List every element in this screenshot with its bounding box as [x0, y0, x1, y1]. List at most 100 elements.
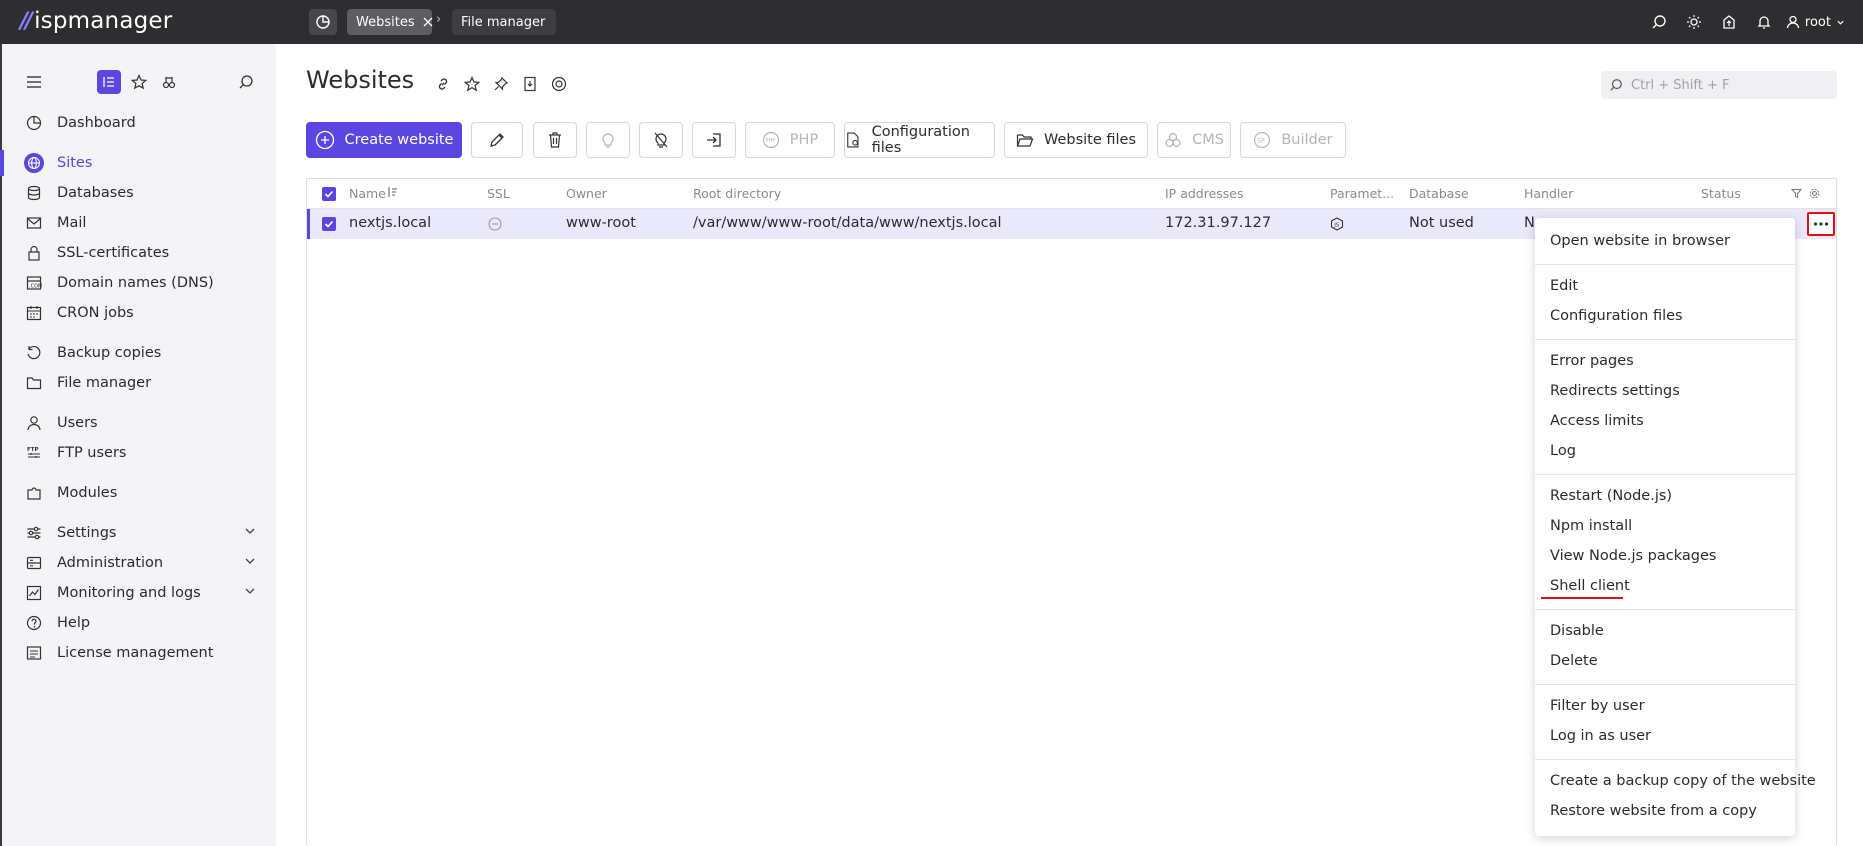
builder-label: Builder	[1281, 132, 1333, 148]
column-status[interactable]: Status	[1701, 186, 1741, 201]
hamburger-menu-icon[interactable]	[22, 70, 46, 94]
link-icon[interactable]	[434, 75, 452, 93]
ssl-none-icon	[488, 217, 502, 231]
menu-create-backup[interactable]: Create a backup copy of the website	[1550, 771, 1816, 791]
login-button[interactable]	[692, 122, 736, 158]
modules-icon	[24, 483, 44, 503]
pin-icon[interactable]	[492, 75, 510, 93]
recent-icon[interactable]	[157, 70, 181, 94]
sidebar-item-cron-jobs[interactable]: CRON jobs	[2, 298, 276, 328]
ftp-icon: FTP	[24, 443, 44, 463]
chevron-down-icon	[244, 585, 256, 597]
upload-icon[interactable]	[1712, 10, 1747, 34]
sidebar-item-settings[interactable]: Settings	[2, 518, 276, 548]
sort-icon[interactable]	[387, 185, 399, 199]
menu-delete[interactable]: Delete	[1550, 651, 1598, 671]
sidebar-search-icon[interactable]	[234, 70, 258, 94]
menu-divider	[1535, 264, 1795, 265]
sidebar-item-label: FTP users	[57, 445, 127, 461]
sidebar-item-license-management[interactable]: License management	[2, 638, 276, 668]
logo[interactable]: // ispmanager	[20, 6, 172, 36]
menu-configuration-files[interactable]: Configuration files	[1550, 306, 1683, 326]
create-website-button[interactable]: Create website	[306, 122, 462, 158]
sidebar-item-ftp-users[interactable]: FTP FTP users	[2, 438, 276, 468]
cell-name[interactable]: nextjs.local	[349, 215, 431, 231]
sidebar-item-file-manager[interactable]: File manager	[2, 368, 276, 398]
calendar-icon	[24, 303, 44, 323]
column-root-directory[interactable]: Root directory	[693, 186, 781, 201]
menu-shell-client[interactable]: Shell client	[1550, 576, 1630, 596]
star-icon[interactable]	[463, 75, 481, 93]
tab-websites[interactable]: Websites	[347, 9, 433, 35]
row-actions-more-button[interactable]	[1807, 212, 1835, 236]
menu-restart-nodejs[interactable]: Restart (Node.js)	[1550, 486, 1672, 506]
php-button[interactable]: PHP PHP	[745, 122, 835, 158]
theme-sun-icon[interactable]	[1677, 10, 1712, 34]
row-checkbox[interactable]	[322, 217, 336, 231]
menu-view-nodejs-packages[interactable]: View Node.js packages	[1550, 546, 1716, 566]
builder-button[interactable]: SP Builder	[1240, 122, 1346, 158]
menu-divider	[1535, 684, 1795, 685]
column-ssl[interactable]: SSL	[487, 186, 510, 201]
sidebar-item-mail[interactable]: Mail	[2, 208, 276, 238]
dashboard-tab-icon[interactable]	[309, 9, 337, 35]
column-name[interactable]: Name	[349, 186, 386, 201]
menu-redirects-settings[interactable]: Redirects settings	[1550, 381, 1680, 401]
list-view-icon[interactable]	[97, 70, 121, 94]
cms-button[interactable]: CMS	[1157, 122, 1231, 158]
sidebar-item-monitoring-logs[interactable]: Monitoring and logs	[2, 578, 276, 608]
column-parameters[interactable]: Paramet...	[1330, 186, 1394, 201]
configuration-files-button[interactable]: Configuration files	[844, 122, 995, 158]
logo-text: ispmanager	[34, 8, 173, 34]
enable-button[interactable]	[586, 122, 630, 158]
search-icon[interactable]	[1642, 10, 1677, 34]
global-search[interactable]	[1601, 71, 1837, 99]
website-files-button[interactable]: Website files	[1004, 122, 1148, 158]
menu-restore-from-copy[interactable]: Restore website from a copy	[1550, 801, 1757, 821]
user-menu[interactable]: root	[1786, 15, 1845, 30]
sidebar-item-administration[interactable]: Administration	[2, 548, 276, 578]
close-icon[interactable]	[423, 17, 433, 27]
column-handler[interactable]: Handler	[1524, 186, 1573, 201]
sidebar-item-dashboard[interactable]: Dashboard	[2, 108, 276, 138]
menu-access-limits[interactable]: Access limits	[1550, 411, 1644, 431]
lifebuoy-icon[interactable]	[550, 75, 568, 93]
sidebar-item-databases[interactable]: Databases	[2, 178, 276, 208]
disable-button[interactable]	[639, 122, 683, 158]
menu-npm-install[interactable]: Npm install	[1550, 516, 1632, 536]
menu-error-pages[interactable]: Error pages	[1550, 351, 1634, 371]
delete-button[interactable]	[533, 122, 577, 158]
column-database[interactable]: Database	[1409, 186, 1469, 201]
column-ip-addresses[interactable]: IP addresses	[1165, 186, 1244, 201]
menu-edit[interactable]: Edit	[1550, 276, 1578, 296]
sidebar-item-dns[interactable]: .COM Domain names (DNS)	[2, 268, 276, 298]
bell-icon[interactable]	[1747, 10, 1782, 34]
edit-button[interactable]	[471, 122, 523, 158]
sidebar-item-users[interactable]: Users	[2, 408, 276, 438]
column-settings-gear-icon[interactable]	[1809, 188, 1820, 199]
configuration-files-label: Configuration files	[871, 124, 970, 156]
lightbulb-icon	[602, 133, 614, 148]
menu-log[interactable]: Log	[1550, 441, 1576, 461]
dashboard-icon	[24, 113, 44, 133]
top-bar: // ispmanager Websites › File manager ro…	[0, 0, 1863, 44]
menu-open-website[interactable]: Open website in browser	[1550, 231, 1730, 251]
filter-icon[interactable]	[1791, 188, 1802, 199]
menu-log-in-as-user[interactable]: Log in as user	[1550, 726, 1651, 746]
download-doc-icon[interactable]	[521, 75, 539, 93]
sidebar-item-modules[interactable]: Modules	[2, 478, 276, 508]
tab-file-manager[interactable]: File manager	[452, 9, 556, 35]
column-owner[interactable]: Owner	[566, 186, 607, 201]
select-all-checkbox[interactable]	[322, 187, 336, 201]
menu-filter-by-user[interactable]: Filter by user	[1550, 696, 1645, 716]
folder-icon	[24, 373, 44, 393]
sidebar-item-backup-copies[interactable]: Backup copies	[2, 338, 276, 368]
sidebar-item-sites[interactable]: Sites	[0, 148, 276, 178]
sidebar-item-ssl-certificates[interactable]: SSL-certificates	[2, 238, 276, 268]
svg-text:JS: JS	[1333, 223, 1340, 229]
menu-divider	[1535, 339, 1795, 340]
favorites-star-icon[interactable]	[127, 70, 151, 94]
menu-disable[interactable]: Disable	[1550, 621, 1604, 641]
search-input[interactable]	[1631, 77, 1821, 93]
sidebar-item-help[interactable]: Help	[2, 608, 276, 638]
